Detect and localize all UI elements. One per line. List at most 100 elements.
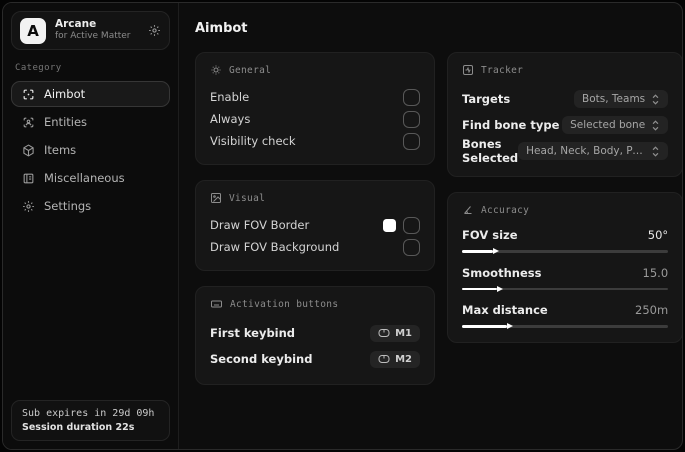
slider-fill [462, 250, 493, 253]
sidebar-item-miscellaneous[interactable]: Miscellaneous [11, 165, 170, 191]
slider-fill [462, 287, 498, 290]
select-value: Bots, Teams [582, 93, 646, 105]
app-logo: A [20, 17, 46, 44]
gear-sun-icon [210, 64, 222, 76]
app-subtitle: for Active Matter [55, 31, 131, 42]
app-name: Arcane [55, 18, 97, 31]
category-label: Category [15, 63, 62, 73]
keybind-value: M1 [395, 327, 412, 339]
image-icon [210, 192, 222, 204]
setting-label: Visibility check [210, 134, 296, 148]
always-checkbox[interactable] [403, 110, 420, 128]
sidebar-item-settings[interactable]: Settings [11, 193, 170, 219]
targets-select[interactable]: Bots, Teams [574, 90, 669, 108]
setting-row-always: Always [210, 108, 420, 130]
draw-fov-border-checkbox[interactable] [403, 216, 420, 234]
main-panel: Aimbot General Enable Always Visibility … [179, 3, 682, 449]
cube-icon [21, 143, 35, 157]
slider-row-max-distance: Max distance 250m [462, 301, 669, 328]
visibility-check-checkbox[interactable] [403, 132, 420, 150]
sidebar-item-aimbot[interactable]: Aimbot [11, 81, 170, 107]
slider-value: 50° [647, 228, 669, 242]
select-value: Selected bone [570, 119, 646, 131]
smoothness-slider[interactable] [462, 287, 669, 290]
panel-list-icon [21, 172, 35, 185]
setting-label: Bones Selected [462, 137, 519, 165]
keybind-row-second: Second keybind M2 [210, 346, 420, 372]
card-title: Visual [229, 192, 266, 204]
card-title: Accuracy [481, 204, 530, 216]
person-scan-icon [21, 116, 35, 129]
sidebar-item-entities[interactable]: Entities [11, 109, 170, 135]
brand-text: Arcane for Active Matter [55, 18, 139, 42]
subscription-card: Sub expires in 29d 09h Session duration … [11, 400, 170, 441]
setting-label: Draw FOV Background [210, 240, 340, 254]
sidebar-item-items[interactable]: Items [11, 137, 170, 163]
activation-buttons-card: Activation buttons First keybind M1 Seco… [195, 286, 435, 385]
session-duration-text: Session duration 22s [22, 422, 135, 433]
sidebar-item-label: Entities [44, 115, 88, 129]
visual-card: Visual Draw FOV Border Draw FOV Backgrou… [195, 180, 435, 271]
chevrons-up-down-icon [651, 119, 660, 131]
setting-row-draw-fov-background: Draw FOV Background [210, 236, 420, 258]
brand-card: A Arcane for Active Matter [11, 11, 170, 50]
setting-label: Enable [210, 90, 250, 104]
mouse-icon [378, 354, 390, 364]
enable-checkbox[interactable] [403, 88, 420, 106]
card-title: General [229, 64, 272, 76]
slider-row-fov-size: FOV size 50° [462, 226, 669, 253]
slider-value: 250m [635, 303, 669, 317]
setting-row-visibility-check: Visibility check [210, 130, 420, 152]
setting-label: Smoothness [462, 265, 542, 280]
tracker-row-find-bone-type: Find bone type Selected bone [462, 112, 669, 138]
tracker-row-targets: Targets Bots, Teams [462, 86, 669, 112]
max-distance-slider[interactable] [462, 325, 669, 328]
second-keybind-button[interactable]: M2 [370, 350, 420, 368]
app-window: A Arcane for Active Matter Category Aimb [2, 2, 683, 450]
setting-label: Find bone type [462, 118, 560, 132]
setting-row-enable: Enable [210, 86, 420, 108]
card-title: Activation buttons [230, 298, 339, 310]
setting-label: Draw FOV Border [210, 218, 310, 232]
sidebar-item-label: Settings [44, 199, 92, 213]
find-bone-type-select[interactable]: Selected bone [562, 116, 669, 134]
sidebar-item-label: Aimbot [44, 87, 86, 101]
angle-icon [462, 204, 474, 216]
keybind-value: M2 [395, 353, 412, 365]
setting-label: Max distance [462, 303, 548, 317]
setting-label: Targets [462, 92, 511, 106]
sidebar-item-label: Miscellaneous [44, 171, 125, 185]
setting-label: FOV size [462, 228, 518, 242]
setting-label: Always [210, 112, 251, 126]
page-title: Aimbot [195, 21, 248, 36]
activity-icon [462, 64, 474, 76]
setting-row-draw-fov-border: Draw FOV Border [210, 214, 420, 236]
mouse-icon [378, 328, 390, 338]
draw-fov-background-checkbox[interactable] [403, 238, 420, 256]
gear-icon[interactable] [148, 24, 161, 37]
sidebar-item-label: Items [44, 143, 77, 157]
chevrons-up-down-icon [651, 145, 660, 157]
bones-selected-select[interactable]: Head, Neck, Body, Pe… [518, 142, 669, 160]
first-keybind-button[interactable]: M1 [370, 324, 420, 342]
crosshair-scan-icon [21, 88, 35, 101]
sidebar: A Arcane for Active Matter Category Aimb [3, 3, 179, 449]
tracker-card: Tracker Targets Bots, Teams Find bone ty… [447, 52, 682, 177]
select-value: Head, Neck, Body, Pe… [526, 145, 646, 157]
slider-row-smoothness: Smoothness 15.0 [462, 264, 669, 290]
slider-fill [462, 325, 508, 328]
card-title: Tracker [481, 64, 524, 76]
tracker-row-bones-selected: Bones Selected Head, Neck, Body, Pe… [462, 137, 669, 165]
setting-label: First keybind [210, 326, 296, 340]
setting-label: Second keybind [210, 352, 313, 366]
keybind-row-first: First keybind M1 [210, 320, 420, 346]
fov-size-slider[interactable] [462, 250, 669, 253]
chevrons-up-down-icon [651, 93, 660, 105]
slider-value: 15.0 [642, 265, 669, 280]
color-swatch[interactable] [383, 218, 396, 232]
gear-icon [21, 200, 35, 213]
accuracy-card: Accuracy FOV size 50° Smoothness 15.0 Ma… [447, 192, 682, 343]
keyboard-icon [210, 298, 223, 310]
sub-expiry-text: Sub expires in 29d 09h [22, 408, 155, 419]
general-card: General Enable Always Visibility check [195, 52, 435, 165]
